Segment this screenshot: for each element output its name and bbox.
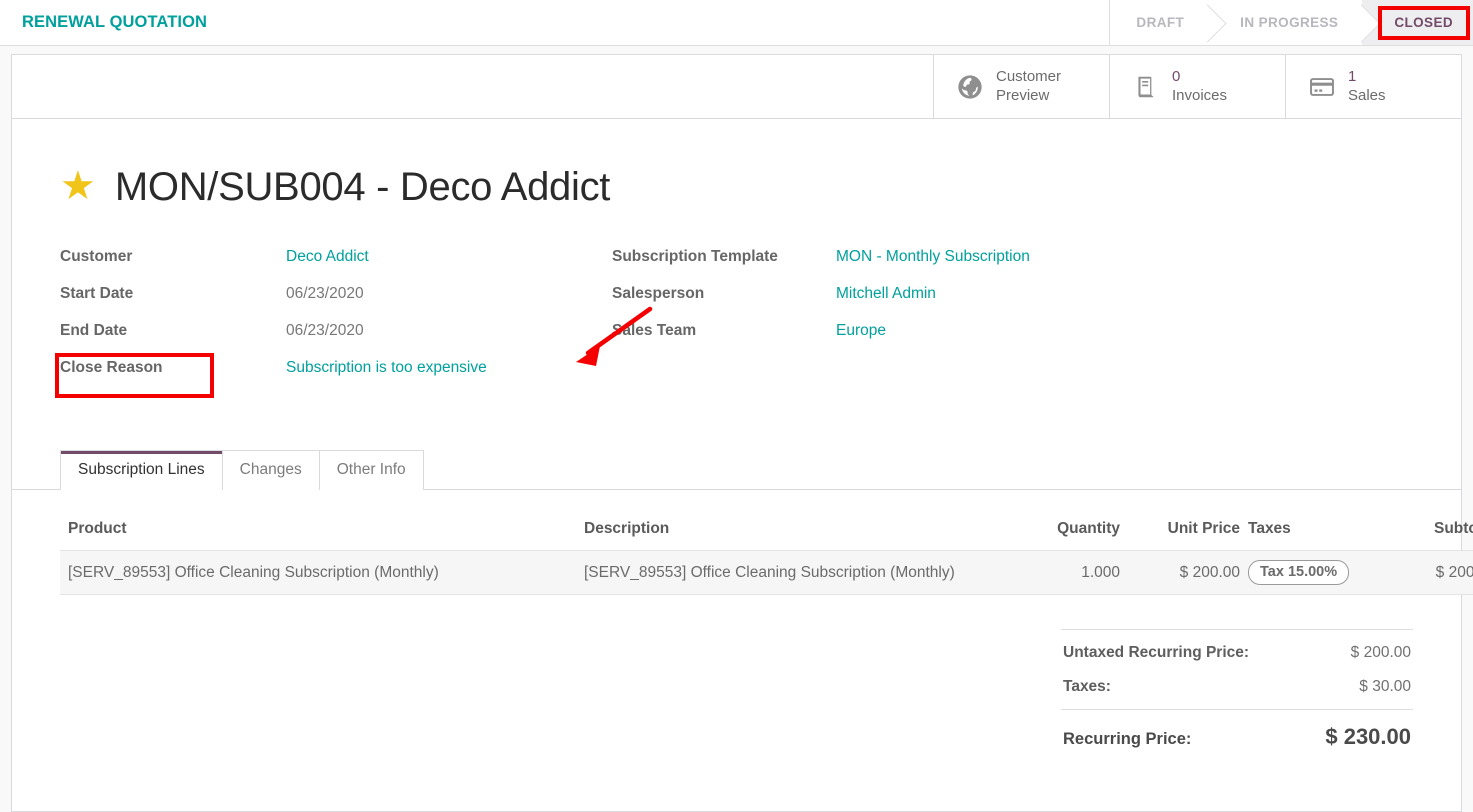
tax-badge: Tax 15.00% [1248, 560, 1349, 585]
stat-button-box: Customer Preview 0 Invoices [12, 55, 1461, 119]
sheet-content: ★ MON/SUB004 - Deco Addict Customer Deco… [12, 119, 1461, 758]
field-end-date-value[interactable]: 06/23/2020 [286, 322, 364, 340]
breadcrumb[interactable]: RENEWAL QUOTATION [0, 13, 207, 32]
field-close-reason: Close Reason Subscription is too expensi… [60, 359, 612, 396]
stat-label-sales: Sales [1348, 87, 1386, 105]
stat-button-customer-preview[interactable]: Customer Preview [933, 55, 1109, 118]
stat-label-preview: Preview [996, 87, 1061, 105]
stat-label-customer: Customer [996, 68, 1061, 86]
field-start-date: Start Date 06/23/2020 [60, 285, 612, 322]
tab-subscription-lines-label: Subscription Lines [78, 461, 205, 478]
tab-changes-label: Changes [240, 461, 302, 478]
totals-wrapper: Untaxed Recurring Price: $ 200.00 Taxes:… [60, 629, 1413, 758]
cell-subtotal[interactable]: $ 200.00 [1382, 551, 1473, 595]
totals-block: Untaxed Recurring Price: $ 200.00 Taxes:… [1061, 629, 1413, 758]
stat-button-customer-preview-text: Customer Preview [996, 68, 1061, 105]
totals-taxes-label: Taxes: [1063, 678, 1111, 696]
field-end-date-label: End Date [60, 322, 286, 340]
totals-recurring-value: $ 230.00 [1325, 724, 1411, 750]
notebook: Subscription Lines Changes Other Info Pr… [60, 448, 1413, 758]
stat-value-invoices: 0 [1172, 68, 1227, 86]
column-header-description[interactable]: Description [576, 514, 1032, 551]
stat-value-sales: 1 [1348, 68, 1386, 86]
field-start-date-value[interactable]: 06/23/2020 [286, 285, 364, 303]
status-step-draft[interactable]: DRAFT [1110, 0, 1208, 45]
stat-label-invoices: Invoices [1172, 87, 1227, 105]
tab-changes[interactable]: Changes [222, 450, 320, 490]
field-salesperson-value[interactable]: Mitchell Admin [836, 285, 936, 303]
field-end-date: End Date 06/23/2020 [60, 322, 612, 359]
field-subscription-template: Subscription Template MON - Monthly Subs… [612, 248, 1172, 285]
field-sales-team: Sales Team Europe [612, 322, 1172, 359]
totals-untaxed-label: Untaxed Recurring Price: [1063, 644, 1249, 662]
field-subscription-template-value[interactable]: MON - Monthly Subscription [836, 248, 1030, 266]
column-header-quantity[interactable]: Quantity [1032, 514, 1128, 551]
cell-quantity[interactable]: 1.000 [1032, 551, 1128, 595]
field-group-right: Subscription Template MON - Monthly Subs… [612, 248, 1172, 396]
field-groups: Customer Deco Addict Start Date 06/23/20… [60, 248, 1413, 396]
totals-row-recurring-price: Recurring Price: $ 230.00 [1061, 709, 1413, 758]
totals-taxes-value: $ 30.00 [1359, 678, 1411, 696]
table-header: Product Description Quantity Unit Price … [60, 514, 1473, 551]
record-title-row: ★ MON/SUB004 - Deco Addict [60, 165, 1413, 210]
totals-row-taxes: Taxes: $ 30.00 [1061, 670, 1413, 704]
cell-description[interactable]: [SERV_89553] Office Cleaning Subscriptio… [576, 551, 1032, 595]
tab-subscription-lines[interactable]: Subscription Lines [60, 450, 223, 490]
credit-card-icon [1308, 73, 1336, 101]
field-sales-team-value[interactable]: Europe [836, 322, 886, 340]
field-customer-value[interactable]: Deco Addict [286, 248, 369, 266]
page-background: Customer Preview 0 Invoices [0, 46, 1473, 812]
field-close-reason-value[interactable]: Subscription is too expensive [286, 359, 487, 377]
column-header-subtotal[interactable]: Subtotal [1382, 514, 1473, 551]
field-sales-team-label: Sales Team [612, 322, 836, 340]
field-salesperson-label: Salesperson [612, 285, 836, 303]
notebook-tabs: Subscription Lines Changes Other Info [12, 448, 1461, 490]
record-sheet: Customer Preview 0 Invoices [11, 54, 1462, 812]
totals-untaxed-value: $ 200.00 [1351, 644, 1411, 662]
book-icon [1132, 73, 1160, 101]
field-salesperson: Salesperson Mitchell Admin [612, 285, 1172, 322]
cell-taxes[interactable]: Tax 15.00% [1248, 551, 1382, 595]
column-header-unit-price[interactable]: Unit Price [1128, 514, 1248, 551]
status-step-in-progress[interactable]: IN PROGRESS [1208, 0, 1362, 45]
table-row[interactable]: [SERV_89553] Office Cleaning Subscriptio… [60, 551, 1473, 595]
globe-icon [956, 73, 984, 101]
tab-other-info-label: Other Info [337, 461, 406, 478]
totals-recurring-label: Recurring Price: [1063, 730, 1191, 749]
tab-other-info[interactable]: Other Info [319, 450, 424, 490]
field-start-date-label: Start Date [60, 285, 286, 303]
table-body: [SERV_89553] Office Cleaning Subscriptio… [60, 551, 1473, 595]
stat-button-invoices[interactable]: 0 Invoices [1109, 55, 1285, 118]
table-header-row: Product Description Quantity Unit Price … [60, 514, 1473, 551]
status-step-draft-label: DRAFT [1136, 15, 1184, 30]
status-bar: DRAFT IN PROGRESS CLOSED [1109, 0, 1473, 45]
star-icon[interactable]: ★ [60, 166, 96, 206]
stat-button-sales[interactable]: 1 Sales [1285, 55, 1461, 118]
field-group-left: Customer Deco Addict Start Date 06/23/20… [60, 248, 612, 396]
field-close-reason-label: Close Reason [60, 359, 286, 377]
cell-product[interactable]: [SERV_89553] Office Cleaning Subscriptio… [60, 551, 576, 595]
column-header-product[interactable]: Product [60, 514, 576, 551]
stat-button-sales-text: 1 Sales [1348, 68, 1386, 105]
top-breadcrumb-bar: RENEWAL QUOTATION DRAFT IN PROGRESS CLOS… [0, 0, 1473, 46]
page-title: MON/SUB004 - Deco Addict [115, 165, 610, 210]
stat-button-invoices-text: 0 Invoices [1172, 68, 1227, 105]
field-customer-label: Customer [60, 248, 286, 266]
column-header-taxes[interactable]: Taxes [1248, 514, 1382, 551]
totals-row-untaxed: Untaxed Recurring Price: $ 200.00 [1061, 636, 1413, 670]
status-step-closed-label: CLOSED [1394, 15, 1453, 30]
status-step-in-progress-label: IN PROGRESS [1240, 15, 1338, 30]
subscription-lines-table: Product Description Quantity Unit Price … [60, 514, 1473, 595]
field-customer: Customer Deco Addict [60, 248, 612, 285]
cell-unit-price[interactable]: $ 200.00 [1128, 551, 1248, 595]
field-subscription-template-label: Subscription Template [612, 248, 836, 266]
